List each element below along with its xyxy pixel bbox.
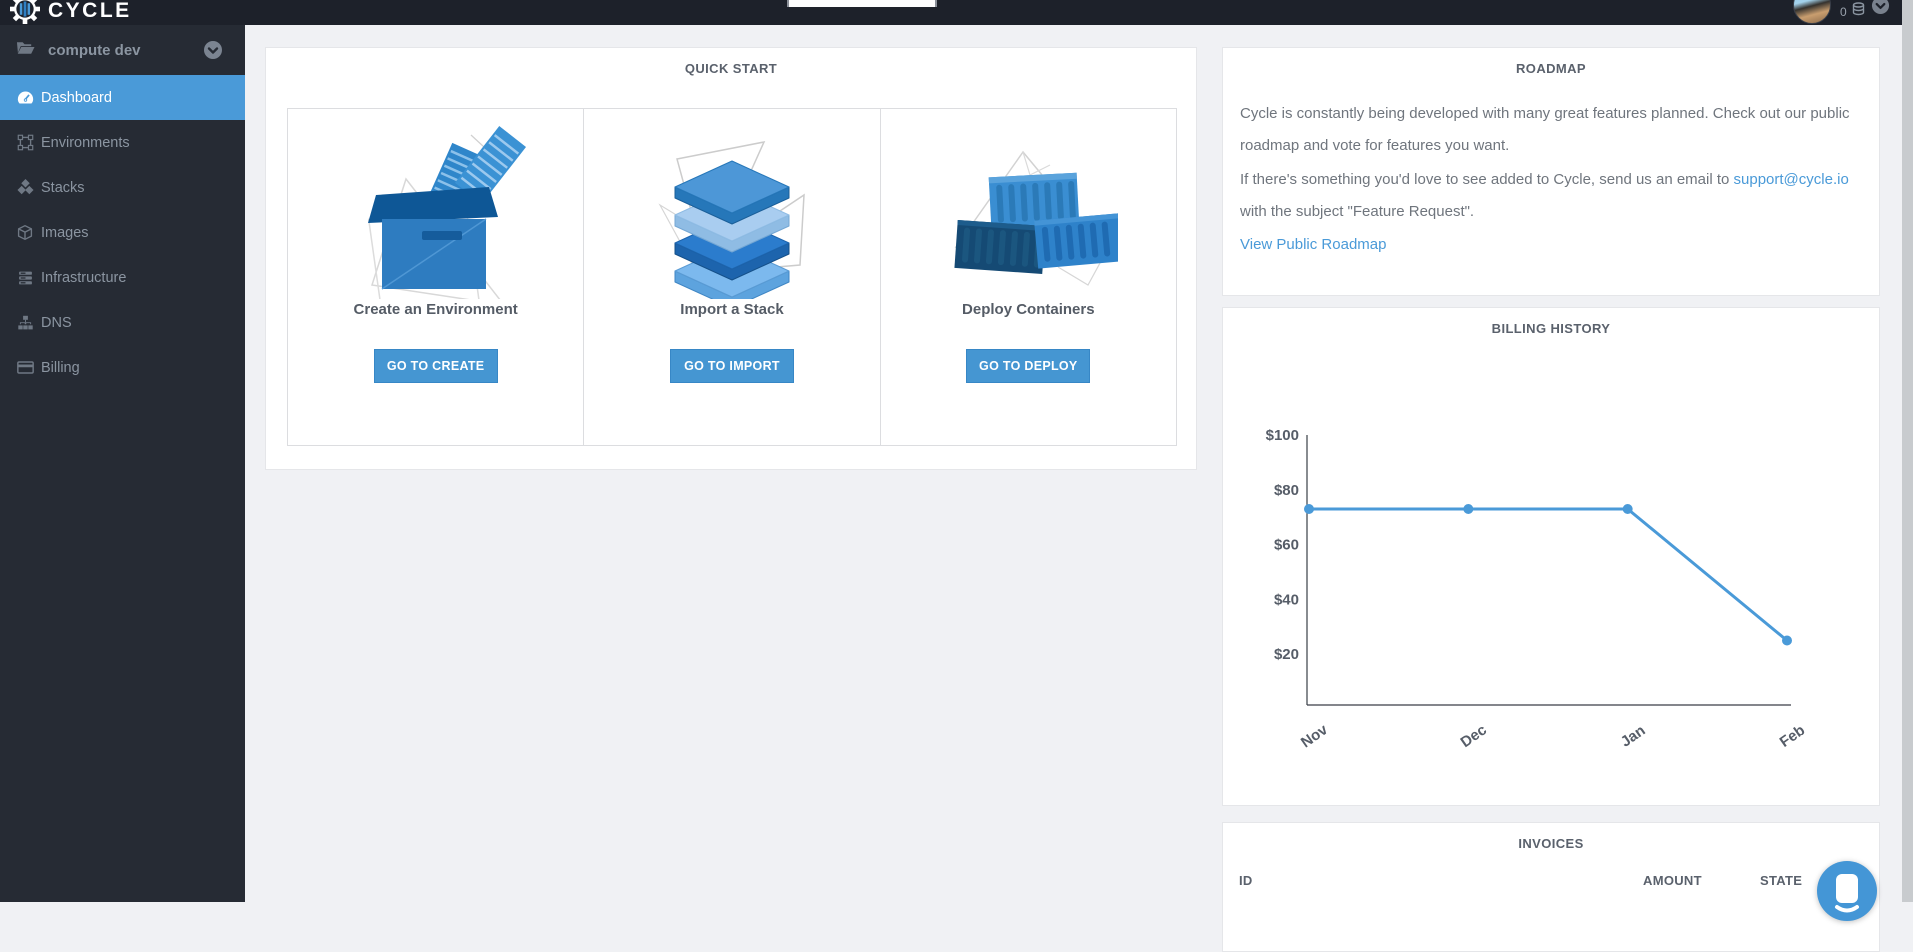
account-chevron-down-icon[interactable] [1871, 0, 1890, 20]
billing-history-chart: $100 $80 $60 $40 $20 Nov Dec Jan Feb [1266, 427, 1809, 752]
sidebar-item-images[interactable]: Images [0, 210, 245, 255]
sidebar-item-infrastructure[interactable]: Infrastructure [0, 255, 245, 300]
sidebar-item-dashboard[interactable]: Dashboard [0, 75, 245, 120]
sidebar-item-label: Dashboard [41, 89, 112, 106]
import-stack-card: Import a Stack GO TO IMPORT [584, 109, 881, 445]
invoices-panel: INVOICES ID AMOUNT STATE [1222, 822, 1880, 952]
user-avatar[interactable] [1793, 0, 1831, 24]
coins-icon [1852, 2, 1865, 22]
quick-start-title: QUICK START [684, 61, 778, 76]
roadmap-panel: ROADMAP Cycle is constantly being develo… [1222, 47, 1880, 296]
create-environment-card: Create an Environment GO TO CREATE [288, 109, 585, 445]
data-point[interactable] [1622, 503, 1633, 514]
x-tick-label: Dec [1458, 721, 1490, 751]
credits-count: 0 [1840, 5, 1847, 19]
credit-card-icon [16, 360, 34, 375]
gear-logo-icon [10, 0, 40, 29]
y-tick-label: $80 [1274, 482, 1299, 499]
chart-y-tick-labels: $100 $80 $60 $40 $20 [1266, 427, 1299, 663]
billing-data-points [1304, 503, 1792, 646]
sidebar-item-label: Environments [41, 134, 130, 151]
invoices-title: INVOICES [1518, 836, 1584, 851]
sidebar-item-billing[interactable]: Billing [0, 345, 245, 390]
roadmap-paragraph-1: Cycle is constantly being developed with… [1240, 105, 1850, 154]
sidebar: compute dev Dashboard Environments Stack… [0, 25, 245, 902]
quick-start-cards: Create an Environment GO TO CREATE Impor… [287, 108, 1177, 446]
billing-history-panel: $100 $80 $60 $40 $20 Nov Dec Jan Feb BILLING HI… [1222, 307, 1880, 806]
environment-box-illustration [346, 117, 526, 332]
stack-layers-illustration [642, 117, 822, 309]
y-tick-label: $100 [1266, 427, 1299, 444]
deploy-containers-card: Deploy Containers GO TO DEPLOY [881, 109, 1176, 445]
go-to-import-button[interactable]: GO TO IMPORT [669, 349, 794, 383]
hub-label: compute dev [48, 41, 141, 59]
sidebar-item-label: Images [41, 224, 89, 241]
search-input[interactable] [787, 0, 937, 7]
roadmap-paragraph-2-text-after: with the subject "Feature Request". [1240, 203, 1475, 220]
folder-open-icon [16, 40, 35, 61]
card-title: Deploy Containers [962, 301, 1095, 318]
roadmap-paragraph-2-text: If there's something you'd love to see a… [1240, 171, 1734, 188]
data-point[interactable] [1782, 635, 1792, 646]
hub-chevron-down-icon[interactable] [203, 40, 223, 65]
y-tick-label: $20 [1274, 646, 1299, 663]
invoices-column-id: ID [1239, 873, 1253, 888]
support-email-link[interactable]: support@cycle.io [1734, 171, 1849, 188]
cubes-icon [16, 179, 34, 196]
card-title: Import a Stack [680, 301, 784, 318]
sidebar-item-label: Stacks [41, 179, 85, 196]
y-tick-label: $40 [1274, 591, 1299, 608]
cycle-logo[interactable]: CYCLE [10, 0, 132, 29]
chart-x-tick-labels: Nov Dec Jan Feb [1298, 721, 1808, 752]
server-icon [16, 270, 34, 286]
messenger-icon [1835, 874, 1859, 913]
sidebar-item-dns[interactable]: DNS [0, 300, 245, 345]
invoices-table-header: ID AMOUNT STATE [1239, 873, 1865, 897]
sidebar-item-label: DNS [41, 314, 72, 331]
credits-indicator[interactable]: 0 [1840, 2, 1865, 22]
sitemap-icon [16, 315, 34, 331]
card-title: Create an Environment [353, 301, 518, 318]
x-tick-label: Nov [1298, 721, 1332, 752]
y-tick-label: $60 [1274, 537, 1299, 554]
frame-icon [16, 134, 34, 151]
invoices-column-amount: AMOUNT [1643, 873, 1702, 888]
roadmap-title: ROADMAP [1516, 61, 1586, 76]
sidebar-item-label: Infrastructure [41, 269, 127, 286]
roadmap-paragraph-2: If there's something you'd love to see a… [1240, 164, 1862, 228]
shipping-containers-illustration [938, 117, 1125, 299]
cube-icon [16, 224, 34, 241]
top-navbar: CYCLE 0 [0, 0, 1913, 25]
gauge-icon [16, 89, 34, 106]
view-public-roadmap-link[interactable]: View Public Roadmap [1240, 236, 1386, 253]
sidebar-item-label: Billing [41, 359, 80, 376]
hub-selector[interactable]: compute dev [0, 25, 245, 75]
roadmap-body: Cycle is constantly being developed with… [1223, 76, 1879, 254]
logo-text: CYCLE [48, 0, 132, 22]
data-point[interactable] [1304, 503, 1314, 514]
x-tick-label: Jan [1618, 722, 1649, 751]
data-point[interactable] [1463, 503, 1474, 514]
x-tick-label: Feb [1777, 722, 1809, 751]
chat-launcher-button[interactable] [1817, 861, 1877, 921]
sidebar-item-environments[interactable]: Environments [0, 120, 245, 165]
go-to-deploy-button[interactable]: GO TO DEPLOY [966, 349, 1091, 383]
page-scrollbar[interactable] [1902, 0, 1913, 902]
billing-line-series [1309, 507, 1788, 642]
sidebar-item-stacks[interactable]: Stacks [0, 165, 245, 210]
go-to-create-button[interactable]: GO TO CREATE [373, 349, 498, 383]
invoices-column-state: STATE [1760, 873, 1803, 888]
quick-start-panel: QUICK START Create an Environment GO TO … [265, 47, 1197, 470]
